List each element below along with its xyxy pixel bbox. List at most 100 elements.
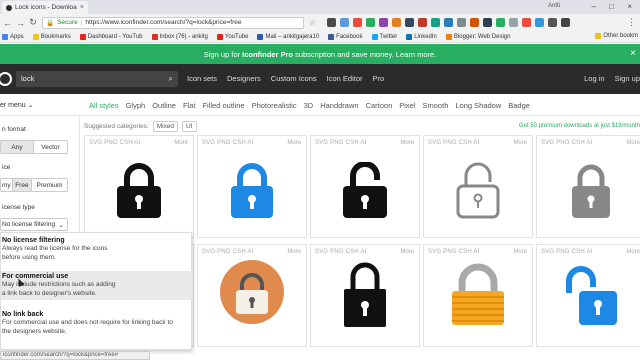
tab-3d[interactable]: 3D [304, 101, 314, 110]
close-icon[interactable]: × [630, 48, 636, 59]
extension-icon[interactable] [431, 18, 441, 27]
bookmark-mail[interactable]: Mail – ankitgajera10 [257, 33, 319, 40]
bookmark-blogger[interactable]: Blogger: Web Design [445, 33, 510, 40]
icon-card[interactable]: SVG PNG CSH AI More [197, 135, 307, 238]
bookmark-dashboard[interactable]: Dashboard - YouTub [79, 33, 143, 40]
extension-icon[interactable] [418, 18, 428, 27]
extension-icon[interactable] [522, 18, 532, 27]
more-button[interactable]: More [513, 249, 527, 255]
signup-link[interactable]: Sign up [615, 74, 640, 83]
license-option-no-linkback[interactable]: No link back For commercial use and does… [1, 309, 192, 338]
bookmark-folder[interactable]: Bookmarks [32, 33, 71, 40]
extension-icon[interactable] [353, 18, 363, 27]
tab-smooth[interactable]: Smooth [423, 101, 449, 110]
extension-icon[interactable] [366, 18, 376, 27]
tab-all-styles[interactable]: All styles [89, 101, 119, 110]
bookmark-other[interactable]: Other bookm [595, 33, 638, 39]
icon-card[interactable]: SVG PNG CSH AI More [310, 135, 420, 238]
extension-icon[interactable] [535, 18, 545, 27]
tab-filled-outline[interactable]: Filled outline [202, 101, 244, 110]
extension-icon[interactable] [340, 18, 350, 27]
login-link[interactable]: Log in [584, 74, 604, 83]
icon-card[interactable]: SVG PNG CSH AI More [423, 244, 533, 347]
nav-icon-sets[interactable]: Icon sets [187, 74, 217, 83]
star-icon[interactable]: ☆ [309, 18, 316, 27]
category-chip-mixed[interactable]: Mixed [152, 121, 179, 132]
price-any[interactable]: my [1, 179, 13, 191]
format-vector[interactable]: Vector [34, 141, 67, 153]
nav-designers[interactable]: Designers [227, 74, 261, 83]
filter-menu-toggle[interactable]: er menu ⌄ [0, 101, 34, 109]
browser-tabbar: Lock icons - Download fr × Antti – □ × [0, 0, 640, 14]
reload-icon[interactable]: ↻ [29, 17, 37, 28]
forward-icon[interactable]: → [16, 18, 25, 28]
icon-card[interactable]: SVG PNG CSH AI More [197, 244, 307, 347]
premium-note[interactable]: Get 50 premium downloads at just $19/mon… [519, 123, 640, 129]
menu-icon[interactable]: ⋮ [627, 17, 636, 28]
extension-icon[interactable] [405, 18, 415, 27]
tab-handdrawn[interactable]: Handdrawn [320, 101, 358, 110]
icon-card[interactable]: SVG PNG CSH AI More [423, 135, 533, 238]
category-chip-ui[interactable]: UI [182, 121, 197, 132]
license-option-no-filter[interactable]: No license filtering Always read the lic… [1, 235, 192, 264]
tab-photorealistic[interactable]: Photorealistic [252, 101, 297, 110]
back-icon[interactable]: ← [3, 18, 12, 28]
extension-icon[interactable] [548, 18, 558, 27]
extension-icon[interactable] [392, 18, 402, 27]
window-close-icon[interactable]: × [627, 2, 632, 11]
tab-badge[interactable]: Badge [508, 101, 530, 110]
more-button[interactable]: More [287, 140, 301, 146]
more-button[interactable]: More [626, 249, 640, 255]
extension-icon[interactable] [496, 18, 506, 27]
extension-icon[interactable] [483, 18, 493, 27]
bookmark-youtube[interactable]: YouTube [216, 33, 248, 40]
tab-flat[interactable]: Flat [183, 101, 196, 110]
tab-long-shadow[interactable]: Long Shadow [455, 101, 501, 110]
bookmark-facebook[interactable]: Facebook [328, 33, 363, 40]
icon-card[interactable]: SVG PNG CSH AI More [310, 244, 420, 347]
price-premium[interactable]: Premium [32, 179, 67, 191]
license-option-commercial[interactable]: For commercial use May include restricti… [1, 271, 192, 300]
iconfinder-logo[interactable] [0, 72, 12, 86]
extension-icon[interactable] [470, 18, 480, 27]
icon-card[interactable]: SVG PNG CSH AI More [84, 135, 194, 238]
more-button[interactable]: More [174, 140, 188, 146]
format-any[interactable]: Any [1, 141, 35, 153]
extension-icon[interactable] [457, 18, 467, 27]
icon-card[interactable]: SVG PNG CSH AI More [536, 244, 640, 347]
tab-pixel[interactable]: Pixel [399, 101, 415, 110]
bookmark-linkedin[interactable]: LinkedIn [406, 33, 437, 40]
tab-cartoon[interactable]: Cartoon [366, 101, 393, 110]
more-button[interactable]: More [400, 140, 414, 146]
more-button[interactable]: More [513, 140, 527, 146]
bookmark-inbox[interactable]: Inbox (76) - ankitg [151, 33, 208, 40]
url-field[interactable]: 🔒 Secure | https://www.iconfinder.com/se… [42, 16, 304, 29]
extension-icon[interactable] [509, 18, 519, 27]
search-input[interactable]: lock ⌕ [16, 71, 178, 87]
tab-glyph[interactable]: Glyph [126, 101, 146, 110]
tab-close-icon[interactable]: × [80, 4, 84, 11]
maximize-icon[interactable]: □ [609, 2, 614, 11]
tab-outline[interactable]: Outline [152, 101, 176, 110]
extension-icon[interactable] [379, 18, 389, 27]
price-free[interactable]: Free [12, 179, 33, 191]
more-button[interactable]: More [400, 249, 414, 255]
nav-pro[interactable]: Pro [373, 74, 385, 83]
icon-card[interactable]: SVG PNG CSH AI More [536, 135, 640, 238]
promo-banner[interactable]: Sign up for Iconfinder Pro subscription … [0, 44, 640, 64]
search-icon[interactable]: ⌕ [169, 74, 173, 84]
format-list: SVG PNG CSH AI [428, 249, 480, 255]
more-button[interactable]: More [287, 249, 301, 255]
extension-icon[interactable] [444, 18, 454, 27]
bookmark-twitter[interactable]: Twitter [371, 33, 397, 40]
nav-custom-icons[interactable]: Custom Icons [271, 74, 317, 83]
extension-icon[interactable] [561, 18, 571, 27]
extension-icon[interactable] [327, 18, 337, 27]
license-select[interactable]: No license filtering ⌄ [0, 218, 68, 231]
browser-user[interactable]: Antti [548, 3, 560, 9]
browser-tab[interactable]: Lock icons - Download fr × [2, 1, 88, 14]
more-button[interactable]: More [626, 140, 640, 146]
minimize-icon[interactable]: – [592, 2, 596, 11]
nav-icon-editor[interactable]: Icon Editor [327, 74, 363, 83]
bookmark-apps[interactable]: Apps [2, 33, 24, 40]
